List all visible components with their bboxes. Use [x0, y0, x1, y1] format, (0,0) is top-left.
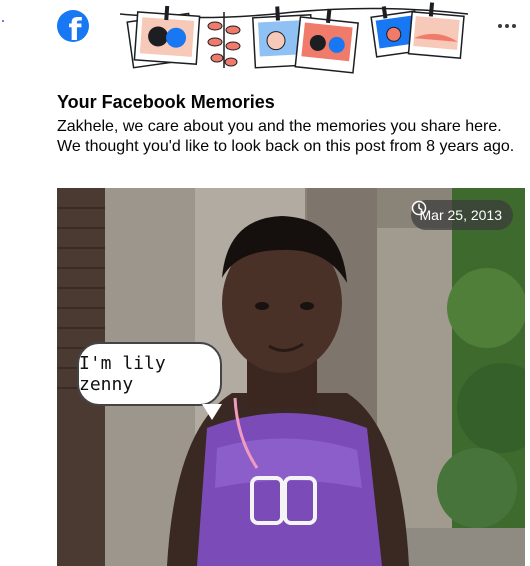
clock-icon: [411, 200, 426, 216]
memories-card: f Your Facebook Memories Zakhele, we car…: [0, 0, 530, 566]
speech-bubble-tail: [202, 404, 222, 420]
branch-ornament: [207, 12, 241, 68]
photo-speech-bubble: I'm lily zenny: [77, 342, 222, 406]
post-date-badge: Mar 25, 2013: [410, 200, 513, 230]
facebook-logo-icon[interactable]: f: [57, 10, 89, 42]
post-date-text: Mar 25, 2013: [419, 207, 503, 223]
more-options-icon: [498, 24, 502, 28]
more-options-button[interactable]: [495, 14, 519, 38]
edge-dot: [2, 20, 4, 22]
memories-title: Your Facebook Memories: [57, 92, 275, 112]
memory-photo[interactable]: I'm lily zenny Mar 25, 2013: [57, 188, 525, 566]
memories-message: Zakhele, we care about you and the memor…: [57, 118, 515, 155]
hanging-photos-illustration: [119, 2, 469, 74]
